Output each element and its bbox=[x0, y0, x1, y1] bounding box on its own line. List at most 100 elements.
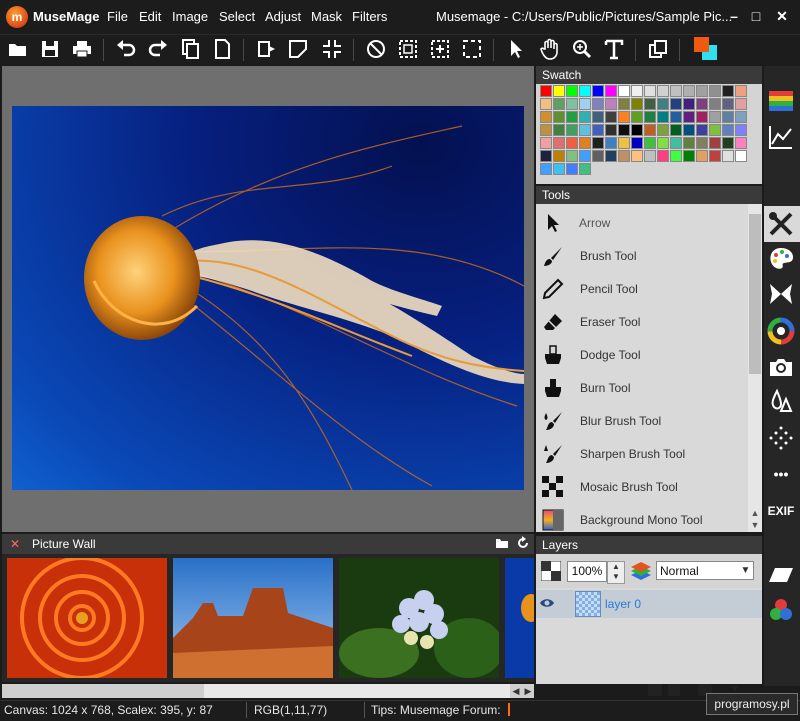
swatch-color[interactable] bbox=[592, 124, 604, 136]
swatch-color[interactable] bbox=[657, 124, 669, 136]
swatch-color[interactable] bbox=[592, 85, 604, 97]
swatch-color[interactable] bbox=[566, 124, 578, 136]
swatch-color[interactable] bbox=[553, 137, 565, 149]
channels-icon[interactable] bbox=[766, 595, 796, 625]
tool-pencil[interactable]: Pencil Tool bbox=[536, 272, 746, 305]
folder-icon[interactable] bbox=[495, 537, 509, 549]
swatch-color[interactable] bbox=[540, 150, 552, 162]
canvas-image[interactable] bbox=[12, 106, 524, 490]
thumbnail-chrysanthemum[interactable] bbox=[7, 558, 167, 678]
swatch-color[interactable] bbox=[683, 150, 695, 162]
swatch-color[interactable] bbox=[631, 150, 643, 162]
layer-name[interactable]: layer 0 bbox=[605, 597, 641, 611]
menu-mask[interactable]: Mask bbox=[311, 9, 342, 24]
drops-icon[interactable] bbox=[766, 387, 796, 417]
swatch-color[interactable] bbox=[618, 150, 630, 162]
swatch-color[interactable] bbox=[579, 85, 591, 97]
swatch-color[interactable] bbox=[683, 85, 695, 97]
undo-icon[interactable] bbox=[114, 37, 138, 61]
foreground-color-swatch[interactable] bbox=[694, 37, 709, 52]
swatch-color[interactable] bbox=[709, 111, 721, 123]
swatch-color[interactable] bbox=[540, 98, 552, 110]
swatch-color[interactable] bbox=[696, 137, 708, 149]
swatch-color[interactable] bbox=[683, 124, 695, 136]
eye-icon[interactable] bbox=[539, 596, 555, 610]
tool-blur-brush[interactable]: Blur Brush Tool bbox=[536, 404, 746, 437]
swatch-color[interactable] bbox=[618, 85, 630, 97]
tools-panel-icon[interactable] bbox=[766, 209, 796, 239]
swatch-color[interactable] bbox=[553, 98, 565, 110]
swatch-color[interactable] bbox=[644, 98, 656, 110]
scroll-up-icon[interactable]: ▲ bbox=[749, 508, 761, 518]
menu-file[interactable]: File bbox=[107, 9, 128, 24]
swatch-color[interactable] bbox=[683, 98, 695, 110]
swatch-color[interactable] bbox=[579, 137, 591, 149]
swatch-color[interactable] bbox=[644, 85, 656, 97]
close-button[interactable]: ✕ bbox=[771, 6, 793, 26]
swatch-color[interactable] bbox=[579, 150, 591, 162]
swatch-color[interactable] bbox=[592, 150, 604, 162]
swatch-color[interactable] bbox=[670, 98, 682, 110]
swatch-color[interactable] bbox=[657, 137, 669, 149]
histogram-icon[interactable] bbox=[766, 122, 796, 152]
swatch-color[interactable] bbox=[709, 124, 721, 136]
swatch-color[interactable] bbox=[709, 85, 721, 97]
rotate-icon[interactable] bbox=[254, 37, 278, 61]
swatch-color[interactable] bbox=[735, 124, 747, 136]
swatch-color[interactable] bbox=[735, 137, 747, 149]
swatch-color[interactable] bbox=[657, 111, 669, 123]
swatch-color[interactable] bbox=[566, 85, 578, 97]
swatch-color[interactable] bbox=[592, 137, 604, 149]
swatch-color[interactable] bbox=[631, 137, 643, 149]
swatch-color[interactable] bbox=[553, 163, 565, 175]
layer-row[interactable] bbox=[536, 590, 762, 618]
paste-icon[interactable] bbox=[210, 37, 234, 61]
swatch-color[interactable] bbox=[553, 85, 565, 97]
swatch-color[interactable] bbox=[683, 111, 695, 123]
arrow-cursor-icon[interactable] bbox=[504, 37, 528, 61]
tips-link-marker[interactable] bbox=[508, 703, 510, 716]
menu-adjust[interactable]: Adjust bbox=[265, 9, 301, 24]
more-icon[interactable]: ••• bbox=[766, 466, 796, 486]
redo-icon[interactable] bbox=[146, 37, 170, 61]
chevron-down-icon[interactable]: ▼ bbox=[738, 562, 753, 579]
swatch-color[interactable] bbox=[696, 124, 708, 136]
refresh-icon[interactable] bbox=[516, 536, 530, 550]
tool-burn[interactable]: Burn Tool bbox=[536, 371, 746, 404]
tool-arrow[interactable]: Arrow bbox=[536, 206, 746, 239]
swatch-color[interactable] bbox=[566, 137, 578, 149]
color-wheel-icon[interactable] bbox=[766, 316, 796, 346]
swatch-color[interactable] bbox=[605, 98, 617, 110]
hand-icon[interactable] bbox=[538, 37, 562, 61]
select-dashed-icon[interactable] bbox=[460, 37, 484, 61]
transform-icon[interactable] bbox=[286, 37, 310, 61]
swatch-color[interactable] bbox=[670, 111, 682, 123]
swatch-color[interactable] bbox=[605, 137, 617, 149]
swatch-color[interactable] bbox=[696, 150, 708, 162]
menu-select[interactable]: Select bbox=[219, 9, 255, 24]
swatch-color[interactable] bbox=[553, 150, 565, 162]
swatch-color[interactable] bbox=[631, 85, 643, 97]
menu-filters[interactable]: Filters bbox=[352, 9, 387, 24]
picture-wall-close-icon[interactable]: ✕ bbox=[10, 537, 20, 551]
swatch-color[interactable] bbox=[722, 137, 734, 149]
tool-background-mono[interactable]: Background Mono Tool bbox=[536, 503, 746, 532]
color-swap-icon[interactable] bbox=[692, 36, 720, 62]
swatch-color[interactable] bbox=[540, 163, 552, 175]
swatch-color[interactable] bbox=[709, 137, 721, 149]
crop-icon[interactable] bbox=[320, 37, 344, 61]
swatch-color[interactable] bbox=[722, 85, 734, 97]
thumbnail-desert[interactable] bbox=[173, 558, 333, 678]
swatch-color[interactable] bbox=[605, 85, 617, 97]
scroll-right-icon[interactable]: ▶ bbox=[522, 684, 534, 698]
thumbnail-jellyfish[interactable] bbox=[505, 558, 534, 678]
swatch-color[interactable] bbox=[644, 150, 656, 162]
swatch-color[interactable] bbox=[657, 98, 669, 110]
swatch-color[interactable] bbox=[579, 111, 591, 123]
swatch-color[interactable] bbox=[722, 111, 734, 123]
swatch-color[interactable] bbox=[644, 124, 656, 136]
new-layer-icon[interactable] bbox=[648, 684, 662, 696]
maximize-button[interactable]: □ bbox=[745, 6, 767, 26]
open-folder-icon[interactable] bbox=[6, 37, 30, 61]
checker-icon[interactable] bbox=[540, 560, 562, 582]
